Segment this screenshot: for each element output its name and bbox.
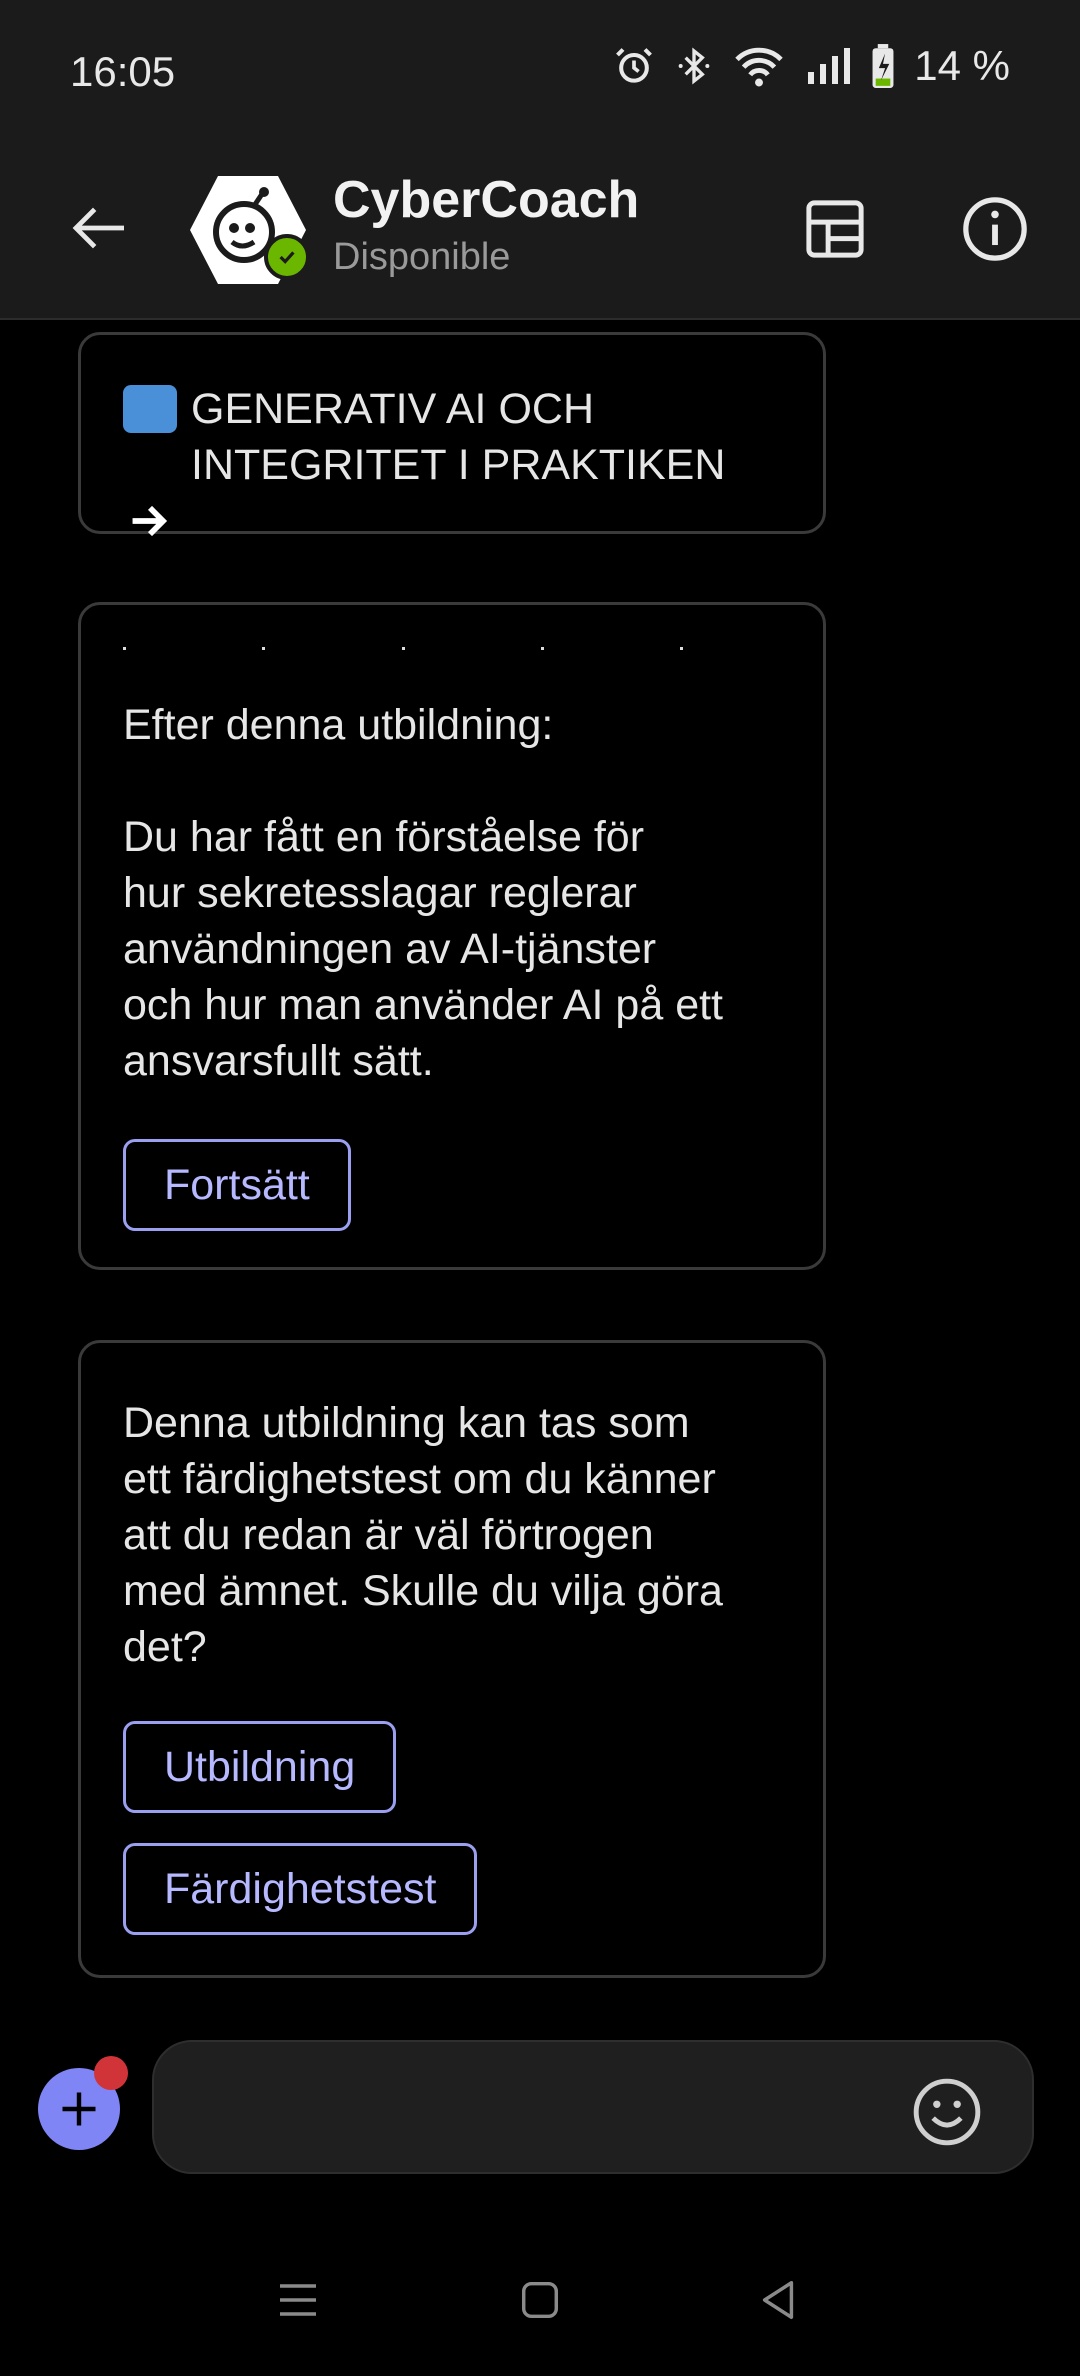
message-text: Denna utbildning kan tas som ett färdigh… [123, 1399, 723, 1671]
status-icons: 14 % [612, 42, 1010, 90]
wifi-icon [735, 47, 783, 87]
training-button[interactable]: Utbildning [123, 1721, 397, 1813]
system-navigation-bar [0, 2220, 1080, 2376]
emoji-button[interactable] [910, 2075, 984, 2149]
message-card-title: GENERATIV AI OCH INTEGRITET I PRAKTIKEN [78, 332, 826, 537]
signal-icon [808, 48, 851, 84]
chat-title: CyberCoach [333, 171, 640, 229]
bluetooth-icon [678, 47, 710, 85]
back-button[interactable] [60, 188, 140, 268]
arrow-right-emoji-icon [123, 385, 177, 537]
battery-percentage: 14 % [914, 42, 1010, 89]
recent-apps-icon [280, 2284, 316, 2316]
skills-test-button[interactable]: Färdighetstest [123, 1843, 478, 1935]
message-card-choice: Denna utbildning kan tas som ett färdigh… [78, 1340, 826, 1978]
info-icon [963, 197, 1027, 261]
emoji-icon [913, 2078, 981, 2146]
back-arrow-icon [72, 207, 124, 249]
chat-header: CyberCoach Disponible [0, 140, 1080, 320]
status-bar: 16:05 14 % [0, 0, 1080, 140]
message-title-text: GENERATIV AI OCH INTEGRITET I PRAKTIKEN [191, 385, 726, 489]
message-text: GENERATIV AI OCH INTEGRITET I PRAKTIKEN [123, 335, 781, 537]
status-time: 16:05 [70, 48, 176, 95]
layout-icon [806, 200, 864, 258]
progress-dots [123, 647, 683, 651]
back-nav-button[interactable] [738, 2260, 818, 2340]
layout-button[interactable] [790, 184, 880, 274]
message-input[interactable] [152, 2040, 1034, 2174]
message-text: Efter denna utbildning: Du har fått en f… [123, 701, 724, 1085]
notification-badge [94, 2056, 128, 2090]
back-triangle-icon [762, 2281, 794, 2319]
home-button[interactable] [500, 2260, 580, 2340]
continue-button[interactable]: Fortsätt [123, 1139, 351, 1231]
home-icon [521, 2281, 559, 2319]
presence-available-icon [264, 234, 310, 280]
alarm-icon [616, 48, 653, 83]
plus-icon [62, 2092, 96, 2126]
chat-status: Disponible [333, 236, 511, 278]
message-card-course-info: Efter denna utbildning: Du har fått en f… [78, 602, 826, 1270]
recent-apps-button[interactable] [258, 2260, 338, 2340]
battery-icon [872, 44, 894, 88]
info-button[interactable] [950, 184, 1040, 274]
